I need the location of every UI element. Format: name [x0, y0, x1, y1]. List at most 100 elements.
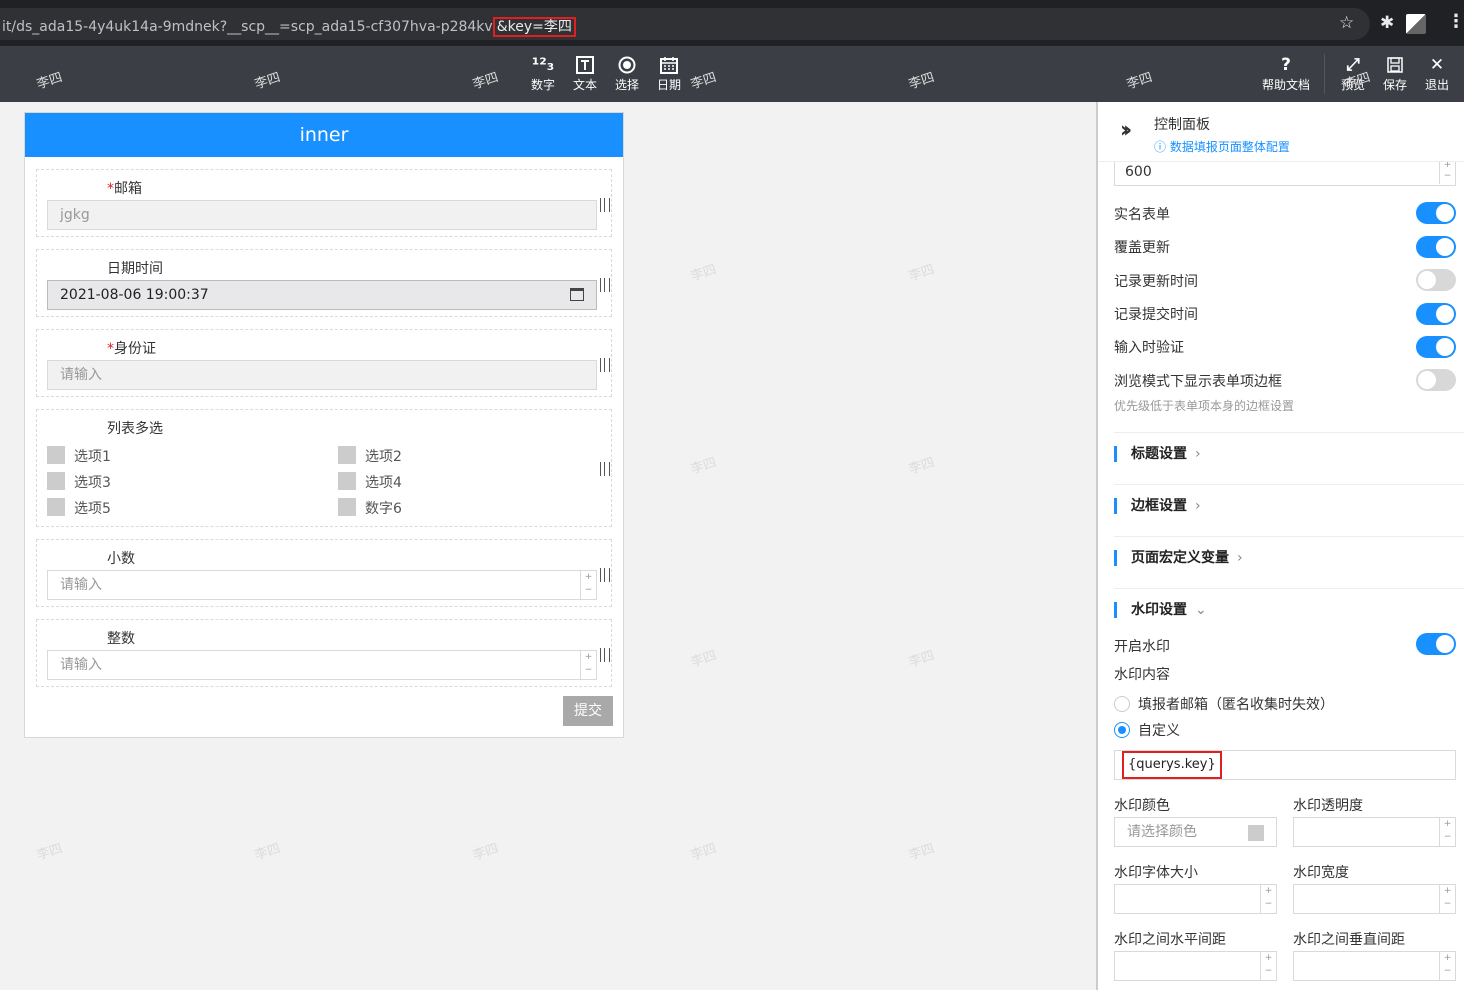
toolbar-select-button[interactable]: 选择	[605, 54, 649, 93]
toolbar-date-button[interactable]: 日期	[647, 54, 691, 93]
integer-stepper[interactable]: + −	[580, 651, 596, 679]
color-picker-input[interactable]: 请选择颜色	[1114, 817, 1277, 847]
bookmark-star-icon[interactable]: ☆	[1339, 13, 1354, 33]
form-item-email[interactable]: *邮箱 jgkg	[36, 169, 612, 237]
drag-handle-icon[interactable]	[600, 358, 610, 372]
opacity-input[interactable]: + −	[1293, 817, 1456, 847]
drag-handle-icon[interactable]	[600, 462, 610, 476]
watermark-text: 李四	[906, 648, 937, 671]
email-input[interactable]: jgkg	[47, 200, 597, 230]
section-title-settings[interactable]: 标题设置 ›	[1114, 446, 1201, 462]
submit-button[interactable]: 提交	[563, 696, 613, 726]
toggle-overwrite[interactable]	[1416, 236, 1456, 258]
datetime-value: 2021-08-06 19:00:37	[60, 287, 209, 303]
radio-reporter-email[interactable]: 填报者邮箱（匿名收集时失效）	[1114, 694, 1334, 714]
toggle-validate[interactable]	[1416, 336, 1456, 358]
toggle-label-show-border: 浏览模式下显示表单项边框	[1114, 374, 1282, 390]
radio-custom[interactable]: 自定义	[1114, 720, 1180, 740]
url-text: it/ds_ada15-4y4uk14a-9mdnek?__scp__=scp_…	[2, 16, 576, 37]
color-label: 水印颜色	[1114, 798, 1170, 814]
toolbar-number-button[interactable]: ¹²₃ 数字	[521, 54, 565, 93]
toggle-record-update[interactable]	[1416, 269, 1456, 291]
close-icon: ✕	[1429, 55, 1445, 75]
custom-watermark-input[interactable]: {querys.key}	[1114, 750, 1456, 780]
checkbox-option-2[interactable]: 选项2	[338, 446, 402, 466]
checkbox-option-5[interactable]: 选项5	[47, 498, 111, 518]
browser-menu-icon[interactable]: ⋮	[1447, 11, 1464, 32]
browser-address-bar: it/ds_ada15-4y4uk14a-9mdnek?__scp__=scp_…	[0, 0, 1464, 46]
hgap-stepper[interactable]: + −	[1260, 952, 1276, 980]
form-item-integer[interactable]: 整数 请输入 + −	[36, 619, 612, 687]
section-border-settings[interactable]: 边框设置 ›	[1114, 498, 1201, 514]
decimal-stepper[interactable]: + −	[580, 571, 596, 599]
checkbox-option-4[interactable]: 选项4	[338, 472, 402, 492]
email-label: *邮箱	[107, 181, 142, 197]
profile-avatar[interactable]	[1406, 14, 1426, 34]
url-prefix: it/ds_ada15-4y4uk14a-9mdnek?__scp__=scp_…	[2, 19, 493, 35]
decimal-input[interactable]: 请输入 + −	[47, 570, 597, 600]
vgap-stepper[interactable]: + −	[1439, 952, 1455, 980]
fontsize-stepper[interactable]: + −	[1260, 885, 1276, 913]
integer-label: 整数	[107, 631, 135, 647]
calendar-icon	[647, 54, 691, 76]
watermark-text: 李四	[906, 455, 937, 478]
vgap-input[interactable]: + −	[1293, 951, 1456, 981]
toolbar-text-button[interactable]: 文本	[563, 54, 607, 93]
datetime-input[interactable]: 2021-08-06 19:00:37	[47, 280, 597, 310]
chevron-down-icon: ⌄	[1195, 602, 1207, 618]
panel-subtitle[interactable]: ⓘ 数据填报页面整体配置	[1154, 138, 1290, 155]
integer-input[interactable]: 请输入 + −	[47, 650, 597, 680]
chevron-right-icon: ›	[1195, 446, 1201, 462]
extensions-icon[interactable]: ✱	[1380, 13, 1394, 33]
expand-icon: ⤢	[1346, 55, 1360, 75]
width-stepper[interactable]: + −	[1439, 160, 1455, 184]
form-item-multiselect[interactable]: 列表多选 选项1 选项2 选项3 选项4 选项5 数字6	[36, 409, 612, 527]
toggle-show-border[interactable]	[1416, 369, 1456, 391]
checkbox-option-1[interactable]: 选项1	[47, 446, 111, 466]
wm-width-stepper[interactable]: + −	[1439, 885, 1455, 913]
help-docs-button[interactable]: ? 帮助文档	[1258, 54, 1314, 93]
section-macro-variables[interactable]: 页面宏定义变量 ›	[1114, 550, 1243, 566]
toggle-record-submit[interactable]	[1416, 303, 1456, 325]
divider	[1114, 536, 1464, 537]
toggle-watermark[interactable]	[1416, 633, 1456, 655]
exit-label: 退出	[1424, 78, 1449, 92]
drag-handle-icon[interactable]	[600, 198, 610, 212]
watermark-text: 李四	[906, 841, 937, 864]
color-swatch[interactable]	[1248, 825, 1264, 841]
control-panel: 600 + − 实名表单 覆盖更新 记录更新时间 记录提交时间 输入时验证 浏览模式…	[1096, 102, 1464, 990]
checkbox-option-6[interactable]: 数字6	[338, 498, 402, 518]
divider	[1114, 588, 1464, 589]
hgap-input[interactable]: + −	[1114, 951, 1277, 981]
fontsize-input[interactable]: + −	[1114, 884, 1277, 914]
form-item-datetime[interactable]: 日期时间 2021-08-06 19:00:37	[36, 249, 612, 317]
drag-handle-icon[interactable]	[600, 568, 610, 582]
toggle-label-overwrite: 覆盖更新	[1114, 240, 1170, 256]
collapse-panel-icon[interactable]: ››	[1120, 118, 1132, 143]
form-item-idcard[interactable]: *身份证 请输入	[36, 329, 612, 397]
checkbox-option-3[interactable]: 选项3	[47, 472, 111, 492]
vgap-label: 水印之间垂直间距	[1293, 932, 1405, 948]
opacity-stepper[interactable]: + −	[1439, 818, 1455, 846]
toggle-label-record-submit: 记录提交时间	[1114, 307, 1198, 323]
drag-handle-icon[interactable]	[600, 278, 610, 292]
calendar-icon[interactable]	[570, 288, 584, 301]
url-field[interactable]: it/ds_ada15-4y4uk14a-9mdnek?__scp__=scp_…	[0, 8, 1370, 40]
page-width-input[interactable]: 600 + −	[1114, 160, 1456, 186]
form-item-decimal[interactable]: 小数 请输入 + −	[36, 539, 612, 607]
wm-width-input[interactable]: + −	[1293, 884, 1456, 914]
watermark-text: 李四	[688, 455, 719, 478]
preview-button[interactable]: ⤢ 预览	[1331, 54, 1375, 93]
exit-button[interactable]: ✕ 退出	[1415, 54, 1459, 93]
save-label: 保存	[1382, 78, 1407, 92]
section-watermark-settings[interactable]: 水印设置 ⌄	[1114, 602, 1207, 618]
divider	[1114, 432, 1464, 433]
idcard-input[interactable]: 请输入	[47, 360, 597, 390]
toggle-realname[interactable]	[1416, 202, 1456, 224]
editor-toolbar: ¹²₃ 数字 文本 选择 日期 ? 帮助文档 ⤢ 预览 保存 ✕ 退出	[0, 46, 1464, 102]
radio-icon	[605, 54, 649, 76]
panel-header: ›› 控制面板 ⓘ 数据填报页面整体配置	[1098, 102, 1464, 162]
toolbar-text-label: 文本	[572, 78, 597, 92]
save-button[interactable]: 保存	[1373, 54, 1417, 93]
drag-handle-icon[interactable]	[600, 648, 610, 662]
